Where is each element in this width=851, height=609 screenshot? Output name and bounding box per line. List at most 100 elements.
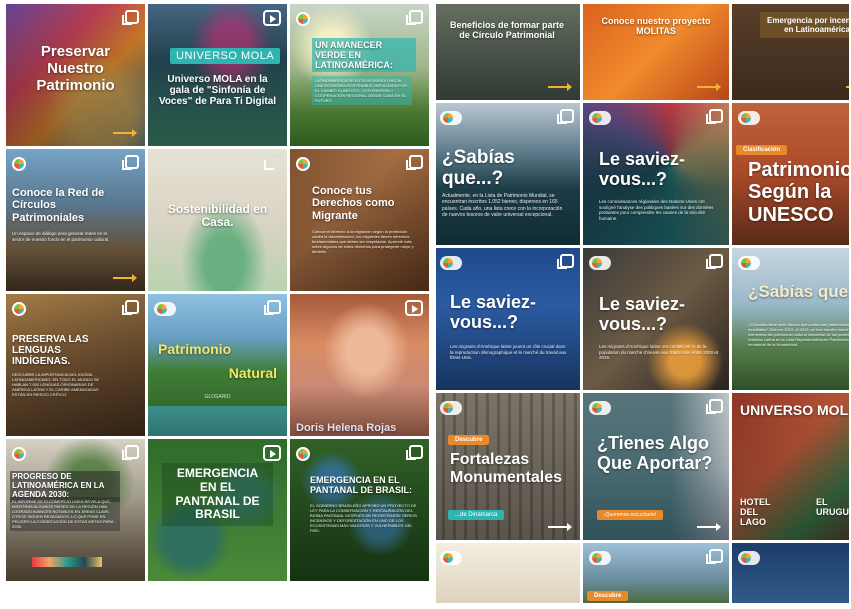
multi-image-icon	[557, 254, 574, 269]
feed-grid-left: Preservar Nuestro Patrimonio UNIVERSO MO…	[6, 4, 431, 607]
post-tile[interactable]: Preservar Nuestro Patrimonio	[6, 4, 145, 146]
logo-icon	[12, 302, 26, 316]
multi-image-icon	[264, 155, 281, 170]
multi-image-icon	[122, 445, 139, 460]
logo-badge	[154, 302, 176, 316]
post-body: EL GOBIERNO BRASILEÑO APROBÓ UN PROYECTO…	[310, 503, 418, 533]
logo-icon	[296, 157, 310, 171]
post-tile[interactable]: Clasificación Patrimonio Según la UNESCO	[732, 103, 849, 245]
post-tile[interactable]: Doris Helena Rojas	[290, 294, 429, 436]
logo-badge	[440, 111, 462, 125]
post-title: PRESERVA LAS LENGUAS INDÍGENAS.	[12, 334, 89, 368]
post-tile[interactable]: Le saviez-vous...? Les connaissances rég…	[583, 103, 729, 245]
post-tile[interactable]: Le saviez-vous...? Les migrants d'Amériq…	[583, 248, 729, 390]
post-tile[interactable]: ¿Tienes Algo Que Aportar? ¡Queremos escu…	[583, 393, 729, 540]
post-title: ¿Sabías que...?	[442, 147, 515, 190]
post-tile[interactable]: Emergencia por incendios en Latinoaméric…	[732, 4, 849, 100]
post-title: Conoce tus Derechos como Migrante	[312, 185, 395, 222]
post-tile[interactable]: UNIVERSO MOLA 20 HOTEL DEL LAGO EL URUGU…	[732, 393, 849, 540]
post-title: EMERGENCIA EN EL PANTANAL DE BRASIL	[162, 463, 273, 527]
multi-image-icon	[264, 300, 281, 315]
post-title: Beneficios de formar parte de Círculo Pa…	[449, 20, 565, 41]
post-tile[interactable]: UNIVERSO MOLA Universo MOLA en la gala d…	[148, 4, 287, 146]
reel-icon	[263, 445, 281, 461]
post-title: Patrimonio	[158, 341, 232, 357]
logo-badge	[440, 551, 462, 565]
category-pill: Descubre	[587, 591, 629, 601]
post-tile[interactable]: PRESERVA LAS LENGUAS INDÍGENAS. DESCUBRE…	[6, 294, 145, 436]
post-tile[interactable]: Descubre	[583, 543, 729, 603]
post-title: Conoce nuestro proyecto MOLITAS	[601, 16, 711, 37]
logo-badge	[738, 551, 760, 565]
post-body: Actualmente, en la Lista de Patrimonio M…	[442, 193, 563, 218]
post-tile[interactable]: Beneficios de formar parte de Círculo Pa…	[436, 4, 580, 100]
post-grid: Preservar Nuestro Patrimonio UNIVERSO MO…	[6, 4, 429, 581]
post-title: UN AMANECER VERDE EN LATINOAMÉRICA:	[312, 38, 416, 73]
multi-image-icon	[406, 10, 423, 25]
post-body: ¿Colombia tiene siete bienes que conform…	[748, 322, 849, 347]
arrow-right-icon	[113, 274, 137, 282]
post-title: Le saviez-vous...?	[599, 149, 686, 190]
post-title: UNIVERSO MOLA	[740, 402, 849, 418]
video-caption: Doris Helena Rojas	[296, 421, 397, 434]
post-tile[interactable]: Conoce tus Derechos como Migrante Conoce…	[290, 149, 429, 291]
multi-image-icon	[122, 155, 139, 170]
post-tile[interactable]: PROGRESO DE LATINOAMÉRICA EN LA AGENDA 2…	[6, 439, 145, 581]
logo-badge	[738, 111, 760, 125]
arrow-right-icon	[548, 523, 572, 531]
post-tile[interactable]: ¿Sabías que...? Actualmente, en la Lista…	[436, 103, 580, 245]
logo-icon	[12, 157, 26, 171]
post-tile[interactable]: Patrimonio Natural GLOSARIO	[148, 294, 287, 436]
brand-pill: UNIVERSO MOLA	[170, 48, 281, 64]
post-title-secondary: Natural	[228, 365, 277, 381]
post-title: Le saviez-vous...?	[599, 294, 686, 335]
post-body: Les migrants d'Amérique latine jouent un…	[450, 344, 567, 361]
post-body: LATINOAMÉRICA SE ESTÁ MOVIENDO HACIA UNA…	[312, 76, 412, 105]
cta-pill: ¡Queremos escucharte!	[597, 510, 664, 520]
arrow-right-icon	[113, 129, 137, 137]
post-tile[interactable]: Conoce nuestro proyecto MOLITAS	[583, 4, 729, 100]
post-tile[interactable]	[436, 543, 580, 603]
reel-icon	[263, 10, 281, 26]
post-tile[interactable]: UN AMANECER VERDE EN LATINOAMÉRICA: LATI…	[290, 4, 429, 146]
post-title: Universo MOLA en la gala de "Sinfonía de…	[158, 74, 277, 108]
post-title: Preservar Nuestro Patrimonio	[36, 43, 115, 94]
multi-image-icon	[406, 445, 423, 460]
multi-image-icon	[122, 10, 139, 25]
logo-badge	[589, 256, 611, 270]
hotel-name: HOTEL DEL LAGO	[740, 497, 771, 528]
arrow-right-icon	[697, 523, 721, 531]
logo-badge	[440, 401, 462, 415]
multi-image-icon	[406, 155, 423, 170]
post-tile[interactable]: Le saviez-vous...? Les migrants d'Amériq…	[436, 248, 580, 390]
color-blocks	[32, 557, 102, 567]
post-tile[interactable]: EMERGENCIA EN EL PANTANAL DE BRASIL: EL …	[290, 439, 429, 581]
post-title: ¿Tienes Algo Que Aportar?	[597, 433, 713, 474]
post-tile[interactable]: Sostenibilidad en Casa.	[148, 149, 287, 291]
category-pill: Clasificación	[736, 145, 788, 155]
logo-badge	[589, 551, 611, 565]
post-tag: GLOSARIO	[204, 394, 231, 400]
post-tile[interactable]	[732, 543, 849, 603]
post-body: EL INFORME DE ELCOMERCIO LINEA REVELA QU…	[10, 497, 120, 531]
post-tile[interactable]: ¿Sabías que...? ¿Colombia tiene siete bi…	[732, 248, 849, 390]
location-pill: ...de Dinamarca	[448, 510, 505, 520]
post-tile[interactable]: Conoce la Red de Círculos Patrimoniales …	[6, 149, 145, 291]
water-band	[148, 406, 287, 436]
post-title: Emergencia por incendios en Latinoaméric…	[760, 12, 849, 39]
category-pill: Descubre	[448, 435, 490, 445]
post-body: Les migrants d'Amérique latine ont combl…	[599, 344, 719, 361]
multi-image-icon	[557, 109, 574, 124]
hotel-location: EL URUGUAY	[816, 497, 849, 518]
logo-icon	[296, 447, 310, 461]
post-title: Le saviez-vous...?	[450, 292, 537, 333]
feed-grid-right: Beneficios de formar parte de Círculo Pa…	[436, 4, 849, 607]
logo-badge	[440, 256, 462, 270]
arrow-right-icon	[548, 83, 572, 91]
post-title: EMERGENCIA EN EL PANTANAL DE BRASIL:	[310, 475, 412, 496]
post-tile[interactable]: EMERGENCIA EN EL PANTANAL DE BRASIL	[148, 439, 287, 581]
post-tile[interactable]: Descubre Fortalezas Monumentales ...de D…	[436, 393, 580, 540]
post-title: Conoce la Red de Círculos Patrimoniales	[12, 187, 105, 224]
post-title: Sostenibilidad en Casa.	[167, 202, 268, 230]
reel-icon	[405, 300, 423, 316]
